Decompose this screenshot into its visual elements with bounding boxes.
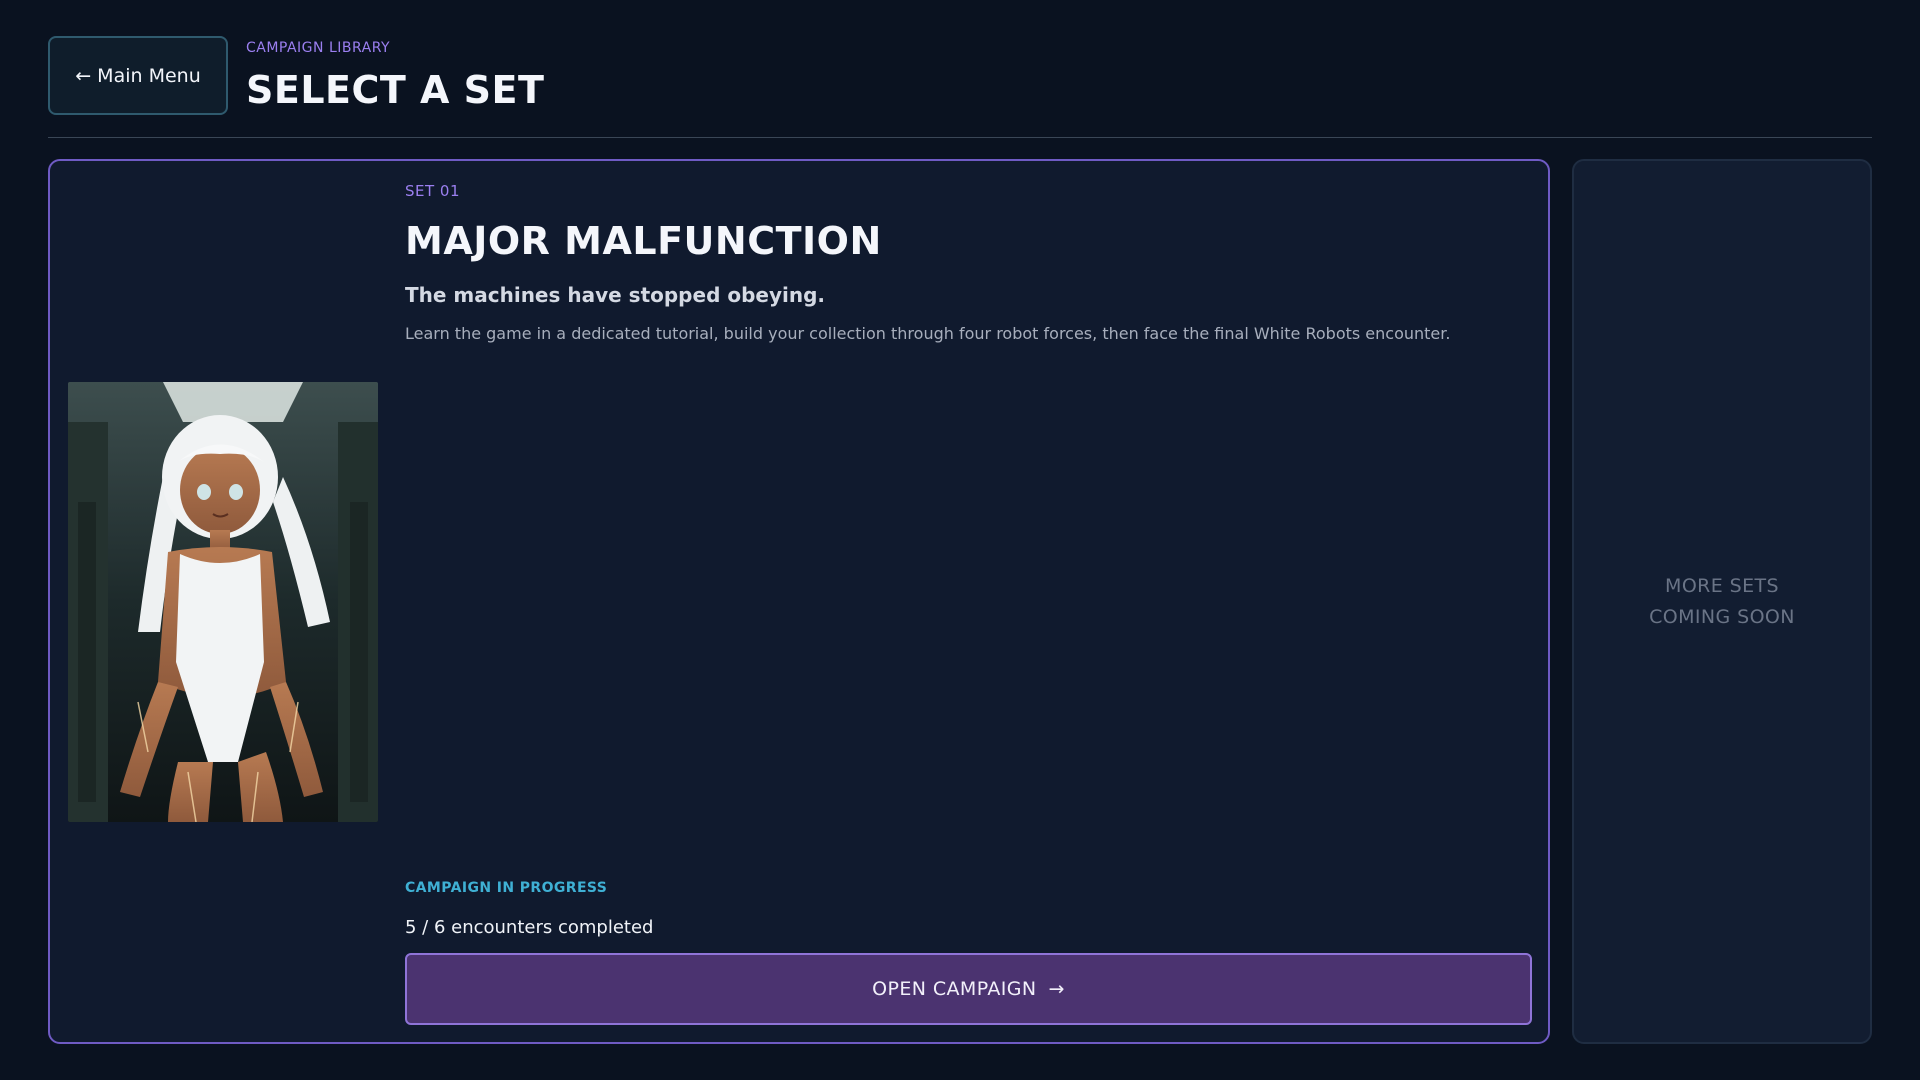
- main-menu-label: Main Menu: [97, 64, 201, 87]
- set-number-label: SET 01: [405, 182, 461, 200]
- campaign-progress-text: 5 / 6 encounters completed: [405, 917, 654, 938]
- section-eyebrow: CAMPAIGN LIBRARY: [246, 40, 391, 56]
- set-card[interactable]: SET 01 MAJOR MALFUNCTION The machines ha…: [48, 159, 1550, 1044]
- cover-illustration: [68, 382, 378, 822]
- main-menu-button[interactable]: ← Main Menu: [48, 36, 228, 115]
- page-header: ← Main Menu CAMPAIGN LIBRARY SELECT A SE…: [48, 36, 1872, 138]
- forward-arrow-icon: →: [1048, 978, 1065, 1000]
- open-campaign-button[interactable]: OPEN CAMPAIGN →: [405, 953, 1532, 1025]
- page-title: SELECT A SET: [246, 68, 545, 112]
- open-campaign-label: OPEN CAMPAIGN: [872, 978, 1037, 1000]
- coming-soon-card: MORE SETS COMING SOON: [1572, 159, 1872, 1044]
- coming-soon-text: MORE SETS COMING SOON: [1649, 574, 1795, 628]
- back-arrow-icon: ←: [75, 64, 92, 87]
- set-tagline: The machines have stopped obeying.: [405, 283, 826, 307]
- set-cover-art: [68, 382, 378, 822]
- set-description: Learn the game in a dedicated tutorial, …: [405, 324, 1451, 343]
- campaign-status-label: CAMPAIGN IN PROGRESS: [405, 880, 608, 896]
- set-title: MAJOR MALFUNCTION: [405, 219, 882, 263]
